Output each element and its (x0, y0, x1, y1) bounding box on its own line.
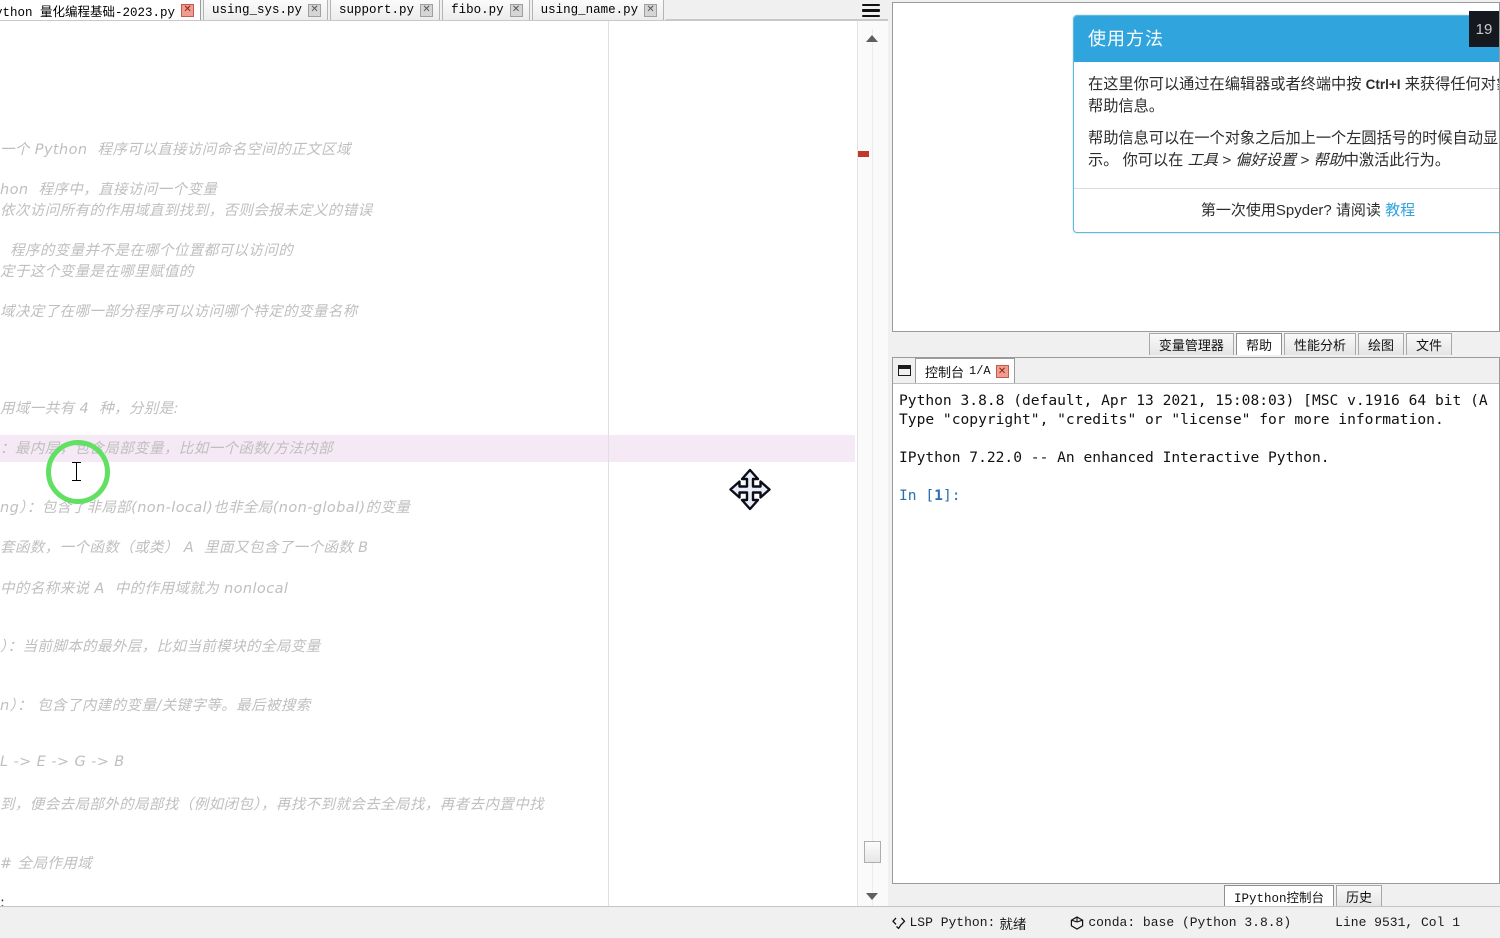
code-editor-text-area[interactable]: 一个 Python 程序可以直接访问命名空间的正文区域 hon 程序中，直接访问… (0, 21, 855, 914)
editor-tab-0[interactable]: ython 量化编程基础-2023.py ✕ (0, 0, 202, 20)
help-panel: 使用方法 在这里你可以通过在编辑器或者终端中按 Ctrl+I 来获得任何对象的帮… (892, 2, 1500, 332)
close-icon[interactable]: ✕ (420, 3, 434, 17)
status-truncated-item: 1 (1482, 915, 1496, 930)
code-line: 域决定了在哪一部分程序可以访问哪个特定的变量名称 (0, 304, 358, 320)
scrollbar-warning-marker[interactable] (858, 151, 869, 157)
console-tab[interactable]: 控制台 1/A ✕ (915, 358, 1015, 383)
editor-pane: ython 量化编程基础-2023.py ✕ using_sys.py ✕ su… (0, 0, 888, 920)
right-dock-tabbar: 变量管理器 帮助 性能分析 绘图 文件 (892, 333, 1500, 357)
click-highlight-ring (46, 440, 110, 504)
editor-tab-3[interactable]: fibo.py ✕ (442, 0, 530, 20)
editor-tab-label: using_sys.py (212, 3, 303, 17)
tab-history-label: 历史 (1346, 889, 1373, 905)
code-line: hon 程序中，直接访问一个变量 (0, 182, 218, 198)
editor-tab-2[interactable]: support.py ✕ (330, 0, 441, 20)
scroll-down-arrow-icon[interactable] (866, 893, 878, 900)
code-line: 到，便会去局部外的局部找（例如闭包），再找不到就会去全局找，再者去内置中找 (0, 797, 545, 813)
tab-history[interactable]: 历史 (1336, 885, 1383, 906)
tab-files[interactable]: 文件 (1405, 333, 1452, 355)
editor-tab-4[interactable]: using_name.py ✕ (531, 0, 665, 20)
console-output-line-1: Python 3.8.8 (default, Apr 13 2021, 15:0… (899, 392, 1488, 409)
status-lsp[interactable]: LSP Python: 就绪 (870, 913, 1049, 933)
tutorial-link[interactable]: 教程 (1385, 202, 1415, 219)
move-cursor-icon (729, 468, 771, 511)
code-line: 程序的变量并不是在哪个位置都可以访问的 (0, 243, 294, 259)
undock-icon[interactable] (893, 357, 915, 383)
editor-tab-label: support.py (339, 3, 415, 17)
corner-badge: 19 (1469, 11, 1499, 47)
spyder-window: ython 量化编程基础-2023.py ✕ using_sys.py ✕ su… (0, 0, 1500, 938)
help-kbd-shortcut: Ctrl+I (1365, 77, 1401, 92)
scrollbar-thumb[interactable] (864, 841, 881, 863)
help-p2-text-b: 中激活此行为。 (1343, 151, 1451, 169)
editor-tab-1[interactable]: using_sys.py ✕ (203, 0, 329, 20)
status-conda[interactable]: conda: base (Python 3.8.8) (1048, 915, 1313, 930)
editor-tab-label: fibo.py (451, 3, 504, 17)
scroll-up-arrow-icon[interactable] (866, 35, 878, 42)
console-output[interactable]: Python 3.8.8 (default, Apr 13 2021, 15:0… (893, 385, 1499, 883)
code-line: 一个 Python 程序可以直接访问命名空间的正文区域 (0, 142, 351, 158)
status-cursor-position: Line 9531, Col 1 (1313, 915, 1482, 930)
help-p1-text-a: 在这里你可以通过在编辑器或者终端中按 (1088, 76, 1366, 93)
editor-tabbar: ython 量化编程基础-2023.py ✕ using_sys.py ✕ su… (0, 0, 888, 21)
code-line: 定于这个变量是在哪里赋值的 (0, 264, 194, 280)
edge-column-line (608, 21, 609, 914)
close-icon[interactable]: ✕ (308, 3, 322, 17)
help-paragraph-1: 在这里你可以通过在编辑器或者终端中按 Ctrl+I 来获得任何对象的帮助信息。 (1088, 74, 1499, 117)
status-bar: LSP Python: 就绪 conda: base (Python 3.8.8… (0, 906, 1500, 938)
code-line: 用域一共有 4 种，分别是: (0, 401, 179, 417)
code-brackets-icon (891, 917, 906, 929)
console-output-line-4: IPython 7.22.0 -- An enhanced Interactiv… (899, 449, 1330, 466)
status-position-text: Line 9531, Col 1 (1335, 915, 1460, 930)
help-paragraph-2: 帮助信息可以在一个对象之后加上一个左圆括号的时候自动显示。 你可以在 工具 > … (1088, 128, 1499, 171)
help-card-body: 在这里你可以通过在编辑器或者终端中按 Ctrl+I 来获得任何对象的帮助信息。 … (1074, 62, 1499, 188)
close-icon[interactable]: ✕ (995, 364, 1009, 378)
scrollbar-track (872, 29, 873, 906)
console-prompt-number: 1 (934, 487, 943, 504)
code-line: # 全局作用域 (0, 856, 93, 872)
console-tab-label: 控制台 (925, 364, 965, 380)
console-prompt-suffix: ]: (942, 487, 961, 504)
code-line: n）： 包含了内建的变量/关键字等。最后被搜索 (0, 698, 311, 714)
close-icon[interactable]: ✕ (509, 3, 523, 17)
console-prompt-prefix: In [ (899, 487, 935, 504)
hamburger-bar (862, 3, 880, 7)
package-icon (1070, 915, 1084, 930)
help-usage-card: 使用方法 在这里你可以通过在编辑器或者终端中按 Ctrl+I 来获得任何对象的帮… (1073, 15, 1499, 234)
hamburger-bar (862, 9, 880, 12)
code-line: 依次访问所有的作用域直到找到，否则会报未定义的错误 (0, 203, 373, 219)
code-line: 中的名称来说 A 中的作用域就为 nonlocal (0, 581, 289, 597)
help-card-title: 使用方法 (1074, 16, 1499, 62)
editor-tab-label: ython 量化编程基础-2023.py (0, 5, 176, 20)
editor-vertical-scrollbar[interactable] (857, 21, 888, 914)
close-icon[interactable]: ✕ (644, 3, 658, 17)
status-conda-label: conda: base (Python 3.8.8) (1088, 915, 1292, 930)
tab-ipython-console[interactable]: IPython控制台 (1224, 885, 1335, 906)
help-footer-text: 第一次使用Spyder? 请阅读 (1200, 202, 1386, 220)
console-output-line-2: Type "copyright", "credits" or "license"… (899, 411, 1444, 428)
code-line: L -> E -> G -> B (0, 754, 125, 770)
hamburger-bar (862, 14, 880, 18)
help-card-footer: 第一次使用Spyder? 请阅读 教程 (1074, 188, 1499, 232)
status-lsp-label: LSP Python: (909, 915, 996, 930)
tab-ipython-console-label: IPython控制台 (1234, 891, 1325, 906)
code-line: ）：当前脚本的最外层，比如当前模块的全局变量 (0, 639, 321, 655)
ipython-console-panel: 控制台 1/A ✕ Python 3.8.8 (default, Apr 13 … (892, 357, 1500, 884)
status-lsp-value: 就绪 (999, 916, 1027, 933)
tab-variable-explorer[interactable]: 变量管理器 (1148, 333, 1234, 355)
code-line: 套函数，一个函数（或类） A 里面又包含了一个函数 B (0, 540, 369, 556)
console-dock-tabbar: IPython控制台 历史 (888, 884, 1500, 906)
console-tabbar: 控制台 1/A ✕ (893, 358, 1499, 384)
console-tab-index: 1/A (969, 364, 991, 378)
help-menu-path: 工具 > 偏好设置 > 帮助 (1187, 151, 1344, 169)
close-icon[interactable]: ✕ (181, 3, 195, 17)
tab-help[interactable]: 帮助 (1235, 333, 1282, 355)
tab-profiler[interactable]: 性能分析 (1283, 333, 1356, 355)
tab-plots[interactable]: 绘图 (1357, 333, 1404, 355)
editor-tab-label: using_name.py (540, 3, 639, 17)
tabbar-empty-space (666, 0, 888, 20)
hamburger-menu-icon[interactable] (860, 2, 882, 19)
undock-glyph (897, 364, 911, 376)
right-dock-column: 使用方法 在这里你可以通过在编辑器或者终端中按 Ctrl+I 来获得任何对象的帮… (888, 0, 1500, 920)
